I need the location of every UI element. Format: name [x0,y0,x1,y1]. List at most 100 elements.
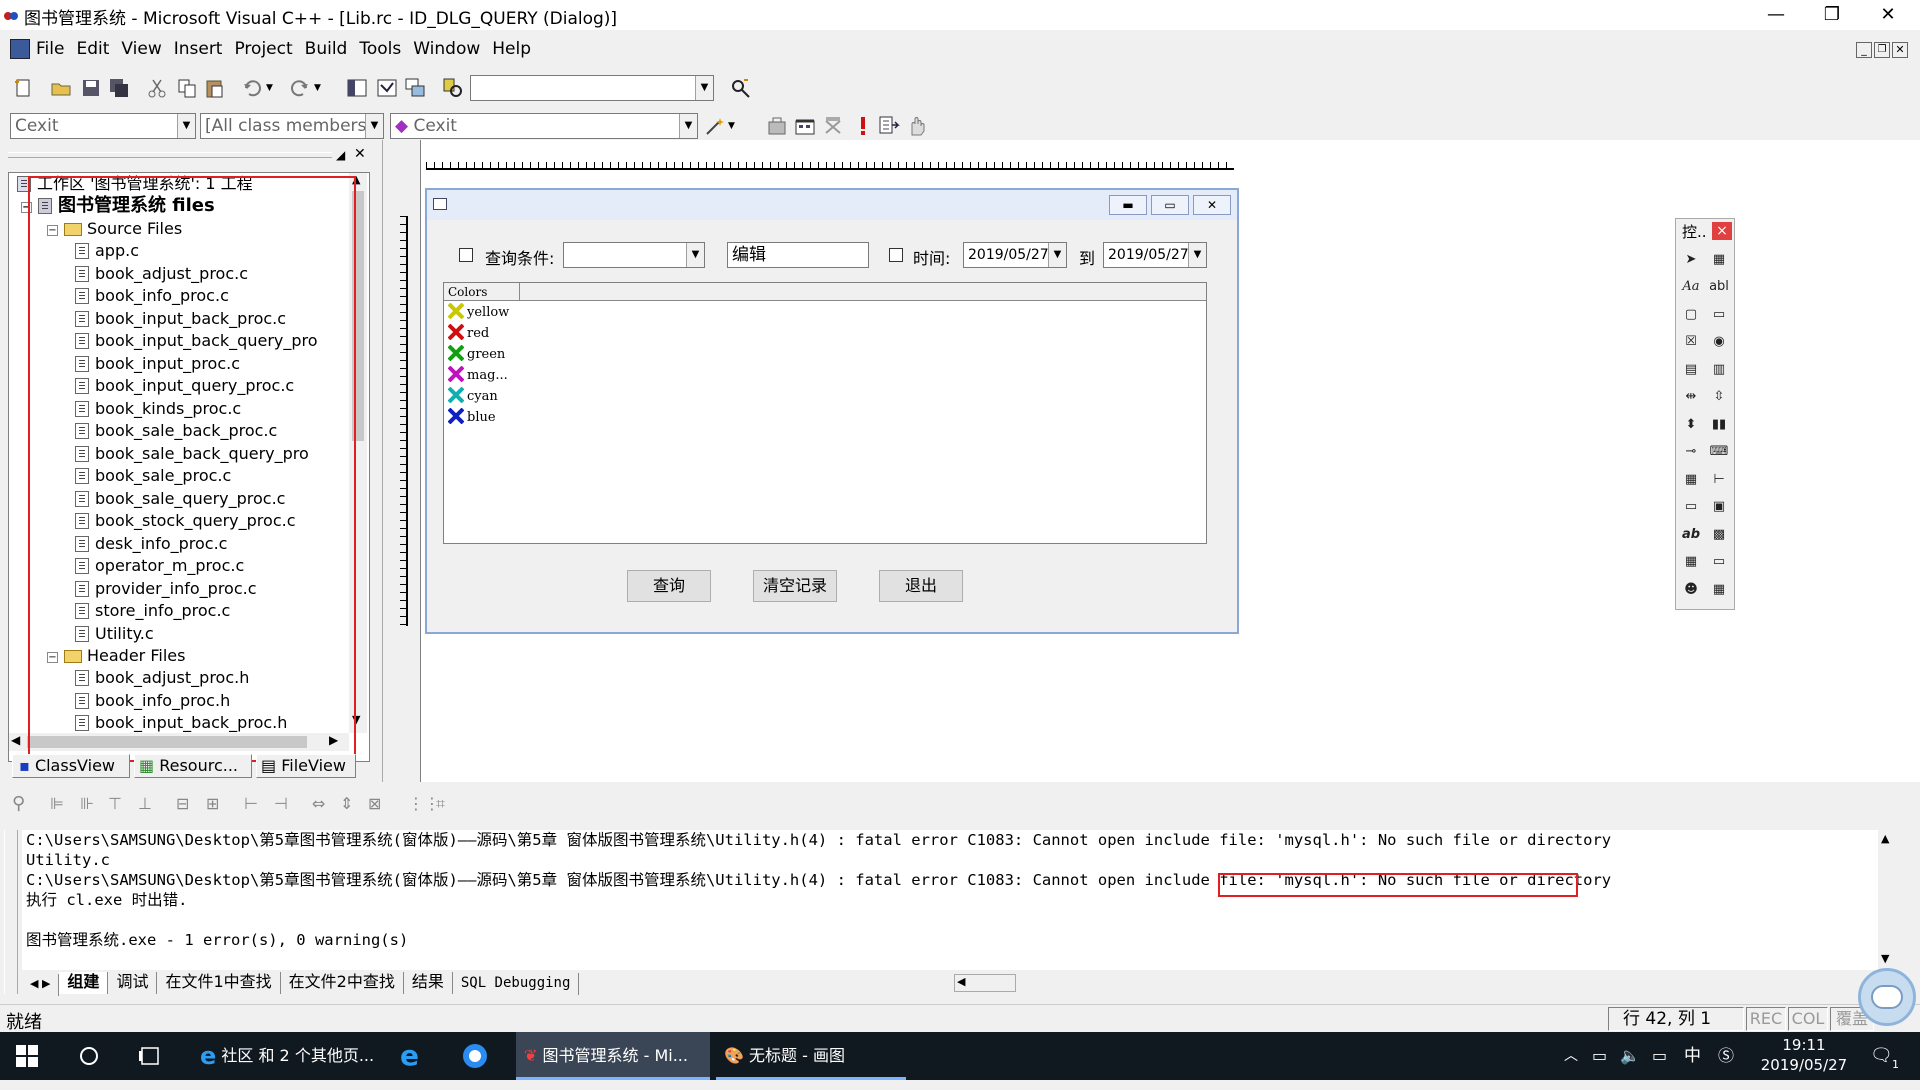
output-vscrollbar[interactable]: ▲ ▼ [1878,830,1896,970]
spin-icon[interactable]: ⬍ [1680,414,1702,436]
menu-insert[interactable]: Insert [168,34,229,64]
workspace-close-icon[interactable]: ✕ [354,146,366,162]
open-folder-icon[interactable] [50,77,72,99]
toggle-guides-icon[interactable]: ⌗ [436,793,458,815]
chevron-down-icon[interactable]: ▼ [365,114,383,138]
button-icon[interactable]: ▭ [1708,304,1730,326]
vscroll-icon[interactable]: ⇳ [1708,386,1730,408]
chevron-down-icon[interactable]: ▼ [1048,243,1066,267]
center-vertical-icon[interactable]: ⊟ [176,793,198,815]
list-item[interactable]: red [447,323,489,344]
menu-project[interactable]: Project [228,34,298,64]
palette-close-button[interactable]: × [1712,222,1732,240]
slider-icon[interactable]: ⊸ [1680,441,1702,463]
extended-combo-icon[interactable]: ▦ [1708,579,1730,601]
workspace-pin-icon[interactable]: ◢ [336,148,345,162]
same-size-icon[interactable]: ⊠ [368,793,390,815]
mdi-restore-button[interactable]: ❐ [1874,42,1890,58]
progress-icon[interactable]: ▮▮ [1708,414,1730,436]
undo-icon[interactable] [242,77,264,99]
workspace-toggle-icon[interactable] [346,77,368,99]
show-hidden-icons[interactable]: ︿ [1564,1032,1578,1080]
tab-build[interactable]: 组建 [59,972,109,994]
wizard-wand-icon[interactable] [704,115,726,137]
test-dialog-icon[interactable]: ⚲ [12,793,34,815]
chevron-down-icon[interactable]: ▼ [1188,243,1206,267]
space-across-icon[interactable]: ⊢ [244,793,266,815]
edit-box-icon[interactable]: abl [1708,276,1730,298]
tab-control-icon[interactable]: ▭ [1680,496,1702,518]
align-right-icon[interactable]: ⊪ [80,793,102,815]
query-button[interactable]: 查询 [627,570,711,602]
volume-icon[interactable]: 🔈 [1620,1032,1640,1080]
combo-box-icon[interactable]: ▤ [1680,359,1702,381]
find-in-files-icon[interactable] [442,77,464,99]
assistant-bubble[interactable] [1858,968,1916,1026]
exit-button[interactable]: 退出 [879,570,963,602]
notification-icon[interactable]: 🗨 [1870,1032,1893,1080]
group-box-icon[interactable]: ▢ [1680,304,1702,326]
taskbar-item-edge-community[interactable]: e 社区 和 2 个其他页... [192,1032,382,1080]
ip-address-icon[interactable]: ▭ [1708,551,1730,573]
execute-icon[interactable] [852,115,874,137]
output-hscrollbar[interactable]: ◀ [954,974,1016,992]
clock-time[interactable]: 19:11 [1764,1036,1844,1054]
center-horizontal-icon[interactable]: ⊞ [206,793,228,815]
pointer-icon[interactable]: ➤ [1680,249,1702,271]
members-combo[interactable]: [All class members] ▼ [200,113,384,139]
taskbar-qq-browser-icon[interactable] [460,1032,496,1080]
list-item[interactable]: cyan [447,386,498,407]
list-view[interactable]: Colors yellow red green mag... cyan blue [443,282,1207,544]
tree-control-icon[interactable]: ⊢ [1708,469,1730,491]
chevron-down-icon[interactable]: ▼ [177,114,195,138]
hotkey-icon[interactable]: ⌨ [1708,441,1730,463]
tab-classview[interactable]: ▪ ClassView [12,754,130,778]
align-top-icon[interactable]: ⊤ [108,793,130,815]
date-from-picker[interactable]: 2019/05/27 ▼ [963,242,1067,268]
search-circle-icon[interactable] [78,1032,102,1080]
menu-edit[interactable]: Edit [70,34,115,64]
restore-button[interactable]: ❐ [1804,0,1860,30]
menu-help[interactable]: Help [486,34,537,64]
list-item[interactable]: green [447,344,505,365]
ime-indicator[interactable]: 中 [1684,1032,1701,1080]
output-line[interactable]: C:\Users\SAMSUNG\Desktop\第5章图书管理系统(窗体版)—… [26,830,1611,850]
wizard-dropdown-icon[interactable]: ▼ [728,115,740,137]
tab-resourceview[interactable]: ▦ Resourc... [134,754,252,778]
space-down-icon[interactable]: ⊣ [274,793,296,815]
minimize-button[interactable]: — [1748,0,1804,30]
edit-field[interactable]: 编辑 [727,242,869,268]
clock-date[interactable]: 2019/05/27 [1756,1056,1852,1074]
workspace-grip[interactable] [8,152,332,158]
dialog-close-button[interactable]: ✕ [1193,195,1231,215]
condition-checkbox[interactable] [459,248,473,262]
cut-icon[interactable] [146,77,168,99]
hscroll-icon[interactable]: ⇹ [1680,386,1702,408]
rich-edit-icon[interactable]: ab [1680,524,1702,546]
redo-icon[interactable] [288,77,310,99]
time-checkbox[interactable] [889,248,903,262]
list-control-icon[interactable]: ▦ [1680,469,1702,491]
tab-results[interactable]: 结果 [404,972,453,994]
find-combo[interactable]: ▼ [470,75,714,101]
tab-find2[interactable]: 在文件2中查找 [281,972,404,994]
list-header[interactable]: Colors [444,283,520,301]
animate-icon[interactable]: ▣ [1708,496,1730,518]
save-all-icon[interactable] [108,77,130,99]
function-combo[interactable]: ◆ Cexit ▼ [390,113,698,139]
month-calendar-icon[interactable]: ▦ [1680,551,1702,573]
output-toggle-icon[interactable] [376,77,398,99]
undo-dropdown-icon[interactable]: ▼ [266,77,278,99]
static-text-icon[interactable]: Aa [1680,276,1702,298]
chevron-down-icon[interactable]: ▼ [686,243,704,267]
start-button[interactable] [16,1032,46,1080]
save-icon[interactable] [80,77,102,99]
condition-combo[interactable]: ▼ [563,242,705,268]
chevron-down-icon[interactable]: ▼ [695,76,713,100]
check-box-icon[interactable]: ☒ [1680,331,1702,353]
menu-window[interactable]: Window [407,34,486,64]
tab-debug[interactable]: 调试 [108,972,158,994]
toggle-grid-icon[interactable]: ⋮⋮ [408,793,440,815]
tab-sql-debugging[interactable]: SQL Debugging [453,973,580,995]
custom-control-icon[interactable]: ☻ [1680,579,1702,601]
